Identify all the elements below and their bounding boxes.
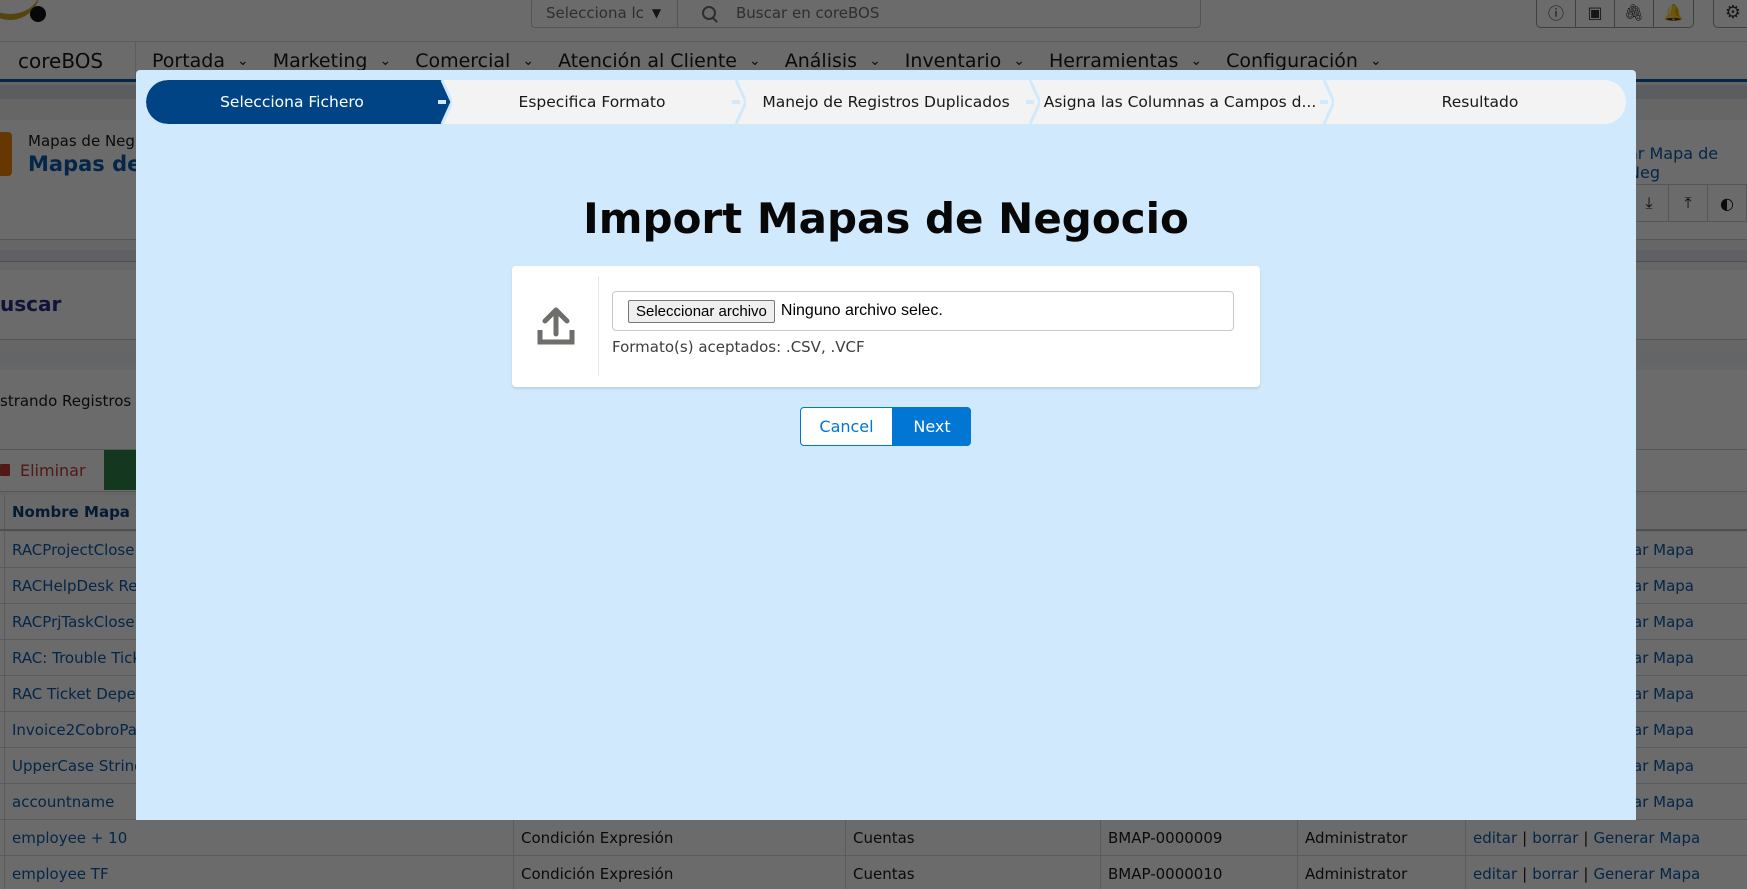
step-manejo-duplicados[interactable]: Manejo de Registros Duplicados (746, 80, 1026, 124)
import-modal: Selecciona Fichero Especifica Formato Ma… (136, 70, 1636, 820)
file-input[interactable]: Seleccionar archivo Ninguno archivo sele… (612, 291, 1234, 331)
step-separator (438, 80, 452, 124)
import-wizard-steps: Selecciona Fichero Especifica Formato Ma… (146, 80, 1626, 124)
accepted-formats: Formato(s) aceptados: .CSV, .VCF (612, 338, 865, 356)
modal-actions: Cancel Next (800, 407, 971, 446)
modal-title: Import Mapas de Negocio (583, 194, 1189, 243)
upload-icon (512, 266, 600, 387)
step-separator (1320, 80, 1334, 124)
file-status: Ninguno archivo selec. (780, 302, 943, 319)
step-separator (732, 80, 746, 124)
step-asigna-columnas[interactable]: Asigna las Columnas a Campos d... (1040, 80, 1320, 124)
cancel-button[interactable]: Cancel (800, 407, 893, 446)
select-file-button[interactable]: Seleccionar archivo (628, 299, 775, 323)
step-selecciona-fichero[interactable]: Selecciona Fichero (146, 80, 438, 124)
file-upload-card: Seleccionar archivo Ninguno archivo sele… (512, 266, 1260, 387)
step-especifica-formato[interactable]: Especifica Formato (452, 80, 732, 124)
step-resultado[interactable]: Resultado (1334, 80, 1626, 124)
step-separator (1026, 80, 1040, 124)
next-button[interactable]: Next (893, 407, 971, 446)
